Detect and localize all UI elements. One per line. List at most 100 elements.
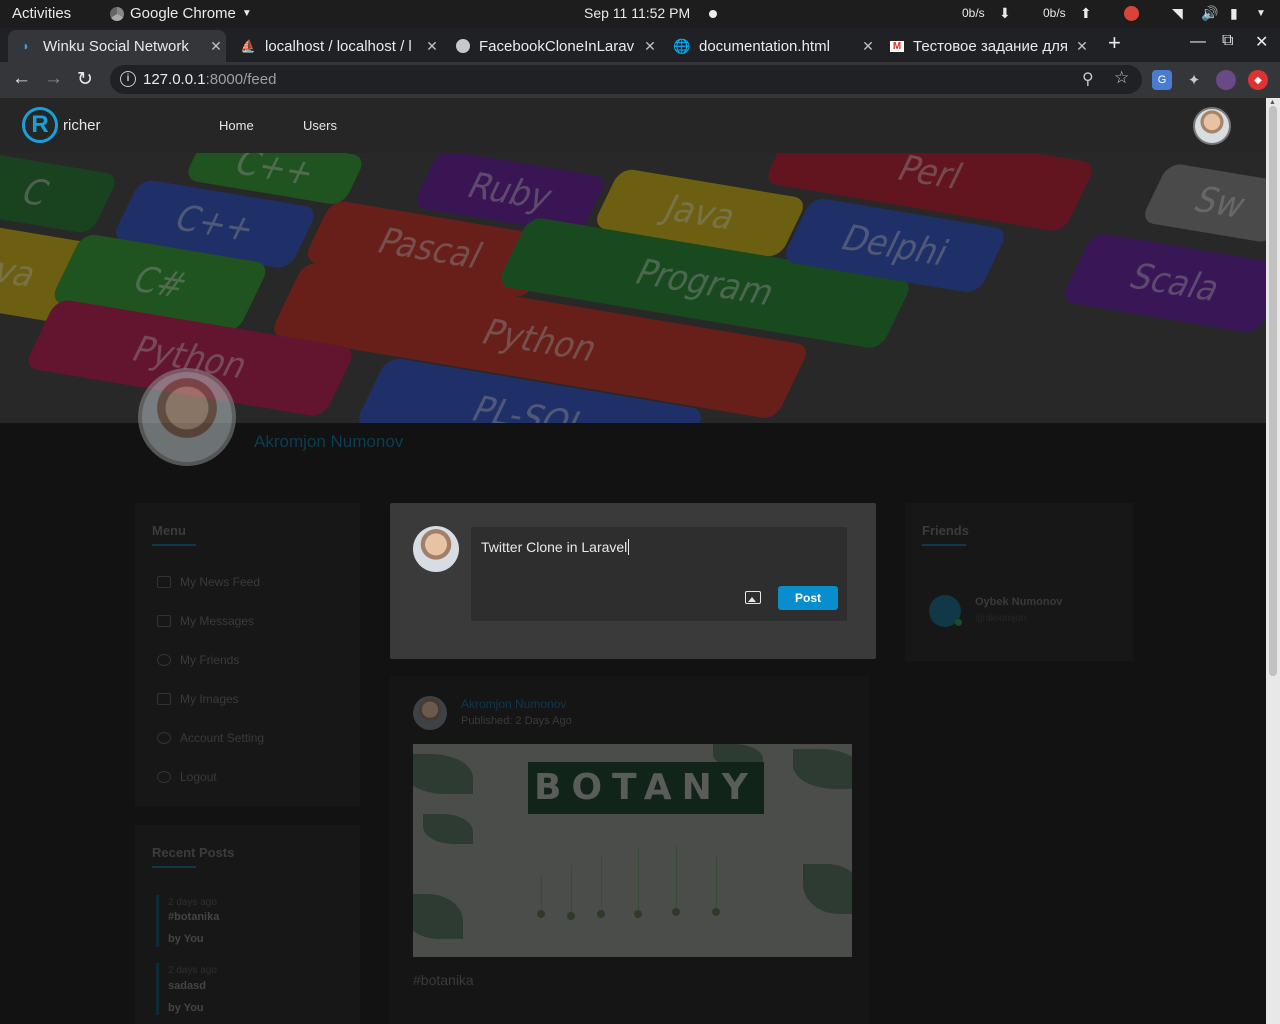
feed-post: Akromjon Numonov Published: 2 Days Ago B… (390, 676, 870, 1024)
google-translate-icon[interactable]: G (1152, 70, 1172, 90)
gmail-icon: M (890, 40, 904, 52)
tab-documentation[interactable]: 🌐 documentation.html ✕ (664, 30, 878, 62)
new-tab-icon[interactable]: + (1108, 30, 1121, 56)
tab-gmail[interactable]: M Тестовое задание для ✕ (880, 30, 1092, 62)
os-top-bar: Activities Google Chrome ▼ Sep 11 11:52 … (0, 0, 1280, 28)
back-icon[interactable]: ← (12, 68, 31, 90)
post-author-name[interactable]: Akromjon Numonov (461, 697, 566, 711)
net-up-rate: 0b/s (1043, 6, 1066, 20)
battery-icon[interactable]: ▮ (1230, 5, 1238, 22)
wifi-icon[interactable]: ◥ (1172, 5, 1183, 22)
extensions-puzzle-icon[interactable]: ✦ (1184, 70, 1204, 90)
scrollbar-thumb[interactable] (1269, 106, 1277, 676)
recent-post-date: 2 days ago (168, 897, 217, 908)
url-text: 127.0.0.1:8000/feed (143, 71, 276, 88)
tab-title: FacebookCloneInLarav (479, 37, 635, 55)
image-upload-icon[interactable] (745, 591, 761, 604)
recent-post-date: 2 days ago (168, 965, 217, 976)
page-scrollbar[interactable]: ▲ (1266, 98, 1280, 1024)
url-path: :8000/feed (205, 71, 277, 88)
recent-posts-widget: Recent Posts 2 days ago #botanika by You… (135, 825, 360, 1024)
menu-item-label: Logout (180, 770, 217, 784)
menu-heading: Menu (152, 523, 186, 538)
menu-item-friends[interactable]: My Friends (157, 653, 239, 667)
forward-icon[interactable]: → (44, 68, 63, 90)
friends-heading: Friends (922, 523, 969, 538)
menu-item-label: Account Setting (180, 731, 265, 745)
nav-users[interactable]: Users (303, 118, 337, 133)
winku-icon: ◗ (22, 39, 30, 53)
friends-widget: Friends Oybek Numonov @akromjon (905, 503, 1133, 661)
volume-icon[interactable]: 🔊 (1201, 5, 1218, 22)
page-viewport: R richer Home Users C C++ Ruby Java Perl… (0, 98, 1280, 1024)
recent-post-title[interactable]: sadasd (168, 980, 206, 992)
menu-item-images[interactable]: My Images (157, 692, 239, 706)
news-feed-icon (157, 576, 171, 588)
close-window-icon[interactable]: ✕ (1255, 32, 1268, 52)
tab-title: Тестовое задание для (913, 37, 1068, 55)
menu-item-messages[interactable]: My Messages (157, 614, 254, 628)
post-button[interactable]: Post (778, 586, 838, 610)
nav-home[interactable]: Home (219, 118, 254, 133)
tab-strip: ◗ Winku Social Network ✕ ⛵ localhost / l… (0, 28, 1280, 84)
post-published-date: Published: 2 Days Ago (461, 715, 572, 727)
close-tab-icon[interactable]: ✕ (640, 38, 660, 55)
app-name: Google Chrome (130, 5, 236, 22)
menu-item-news-feed[interactable]: My News Feed (157, 575, 260, 589)
post-image-banner: BOTANY (528, 762, 764, 814)
logo-icon[interactable]: R (22, 107, 58, 143)
recent-post-author: by You (168, 933, 204, 945)
composer-avatar (413, 526, 459, 572)
close-tab-icon[interactable]: ✕ (206, 38, 226, 55)
logo-text[interactable]: richer (63, 117, 101, 134)
arrow-up-icon: ⬆ (1080, 5, 1092, 21)
recent-post-author: by You (168, 1002, 204, 1014)
menu-item-account-setting[interactable]: Account Setting (157, 731, 264, 745)
online-status-icon (955, 619, 962, 626)
profile-avatar[interactable] (138, 368, 236, 466)
close-tab-icon[interactable]: ✕ (422, 38, 442, 55)
app-menu[interactable]: Google Chrome ▼ (110, 5, 252, 22)
menu-widget: Menu My News Feed My Messages My Friends… (135, 503, 360, 806)
clock[interactable]: Sep 11 11:52 PM (584, 5, 690, 21)
site-info-icon[interactable]: i (120, 71, 136, 87)
close-tab-icon[interactable]: ✕ (858, 38, 878, 55)
post-textarea-text: Twitter Clone in Laravel (481, 539, 630, 555)
menu-item-logout[interactable]: Logout (157, 770, 217, 784)
tab-title: localhost / localhost / l (265, 37, 412, 55)
site-header: R richer Home Users (0, 98, 1266, 153)
tab-github[interactable]: FacebookCloneInLarav ✕ (446, 30, 660, 62)
post-composer: Twitter Clone in Laravel Post (390, 503, 876, 659)
recent-post-title[interactable]: #botanika (168, 911, 219, 923)
tab-winku[interactable]: ◗ Winku Social Network ✕ (8, 30, 226, 62)
friend-name[interactable]: Oybek Numonov (975, 596, 1062, 608)
extension-red-icon[interactable]: ◆ (1248, 70, 1268, 90)
user-icon (157, 654, 171, 666)
profile-avatar-icon[interactable] (1216, 70, 1236, 90)
record-indicator-icon[interactable] (1124, 6, 1139, 21)
notification-dot (709, 10, 717, 18)
gear-icon (157, 732, 171, 744)
minimize-icon[interactable]: — (1190, 33, 1206, 51)
address-bar[interactable]: i 127.0.0.1:8000/feed ⚲ ☆ (110, 65, 1142, 94)
friend-handle: @akromjon (975, 613, 1027, 624)
restore-icon[interactable]: ⧉ (1222, 32, 1233, 50)
header-user-avatar[interactable] (1193, 107, 1231, 145)
power-icon (157, 771, 171, 783)
close-tab-icon[interactable]: ✕ (1072, 38, 1092, 55)
menu-item-label: My News Feed (180, 575, 261, 589)
chrome-icon (110, 6, 124, 21)
activities-button[interactable]: Activities (12, 5, 71, 22)
post-author-avatar[interactable] (413, 696, 447, 730)
reload-icon[interactable]: ↻ (77, 68, 93, 91)
zoom-icon[interactable]: ⚲ (1082, 69, 1094, 89)
bookmark-star-icon[interactable]: ☆ (1114, 68, 1129, 88)
post-textarea[interactable]: Twitter Clone in Laravel Post (471, 527, 847, 621)
phpmyadmin-icon: ⛵ (240, 39, 256, 53)
system-menu-caret-icon[interactable]: ▼ (1256, 8, 1266, 19)
scroll-up-icon[interactable]: ▲ (1269, 99, 1276, 106)
url-host: 127.0.0.1 (143, 71, 206, 88)
tab-localhost[interactable]: ⛵ localhost / localhost / l ✕ (230, 30, 442, 62)
post-image[interactable]: BOTANY (413, 744, 852, 957)
profile-name[interactable]: Akromjon Numonov (254, 432, 403, 452)
